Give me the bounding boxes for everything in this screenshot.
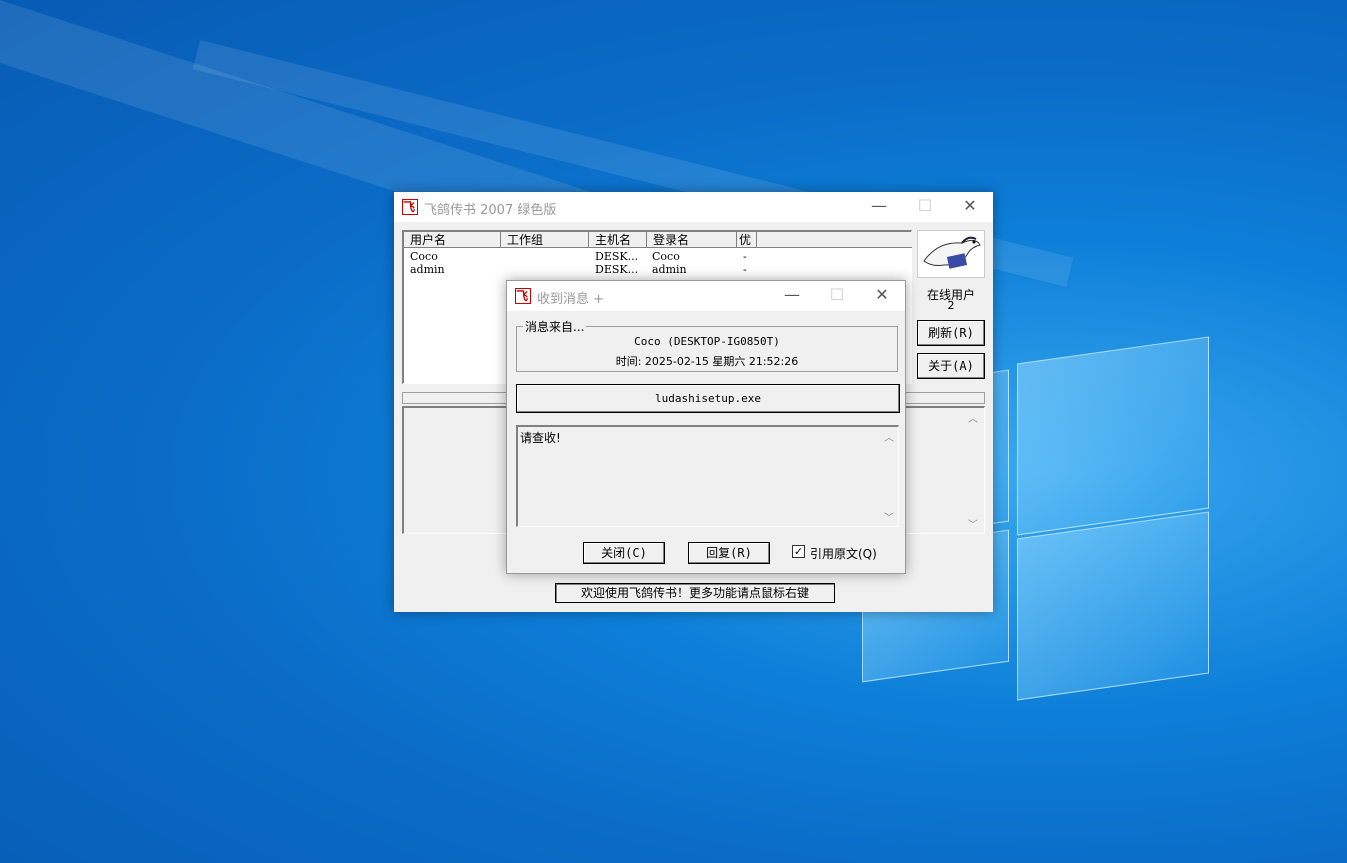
row-login: Coco <box>652 250 680 263</box>
column-header-filler <box>757 232 912 248</box>
row-username: admin <box>410 263 445 276</box>
quote-label[interactable]: 引用原文(Q) <box>810 545 877 562</box>
dialog-titlebar[interactable]: 收到消息 + — ☐ ✕ <box>507 281 905 311</box>
row-priority: - <box>743 250 747 263</box>
about-button[interactable]: 关于(A) <box>917 353 985 379</box>
close-icon[interactable]: ✕ <box>947 192 993 222</box>
attachment-button[interactable]: ludashisetup.exe <box>516 384 900 413</box>
online-users-count: 2 <box>947 299 955 312</box>
minimize-icon[interactable]: — <box>769 281 815 311</box>
close-icon[interactable]: ✕ <box>859 281 905 311</box>
row-login: admin <box>652 263 687 276</box>
close-button[interactable]: 关闭(C) <box>583 542 665 564</box>
row-priority: - <box>743 263 747 276</box>
column-header-login[interactable]: 登录名 <box>647 232 737 248</box>
column-header-priority[interactable]: 优 <box>737 232 757 248</box>
message-text: 请查收! <box>520 431 561 445</box>
status-bar: 欢迎使用飞鸽传书！更多功能请点鼠标右键 <box>555 583 835 603</box>
row-username: Coco <box>410 250 438 263</box>
column-header-username[interactable]: 用户名 <box>404 232 501 248</box>
scroll-down-icon[interactable]: ﹀ <box>884 509 894 524</box>
column-header-workgroup[interactable]: 工作组 <box>501 232 589 248</box>
sender-groupbox: 消息来自... Coco (DESKTOP-IG0850T) 时间: 2025-… <box>516 318 898 372</box>
message-dialog: 收到消息 + — ☐ ✕ 消息来自... Coco (DESKTOP-IG085… <box>506 280 906 574</box>
message-body[interactable]: 请查收! ︿ ﹀ <box>516 425 899 527</box>
row-hostname: DESK... <box>595 263 639 276</box>
minimize-icon[interactable]: — <box>856 192 902 222</box>
main-window-title: 飞鸽传书 2007 绿色版 <box>424 203 557 218</box>
app-logo-icon <box>515 287 531 304</box>
refresh-button[interactable]: 刷新(R) <box>917 320 985 346</box>
row-hostname: DESK... <box>595 250 639 263</box>
dialog-title: 收到消息 + <box>537 292 605 307</box>
scroll-up-icon[interactable]: ︿ <box>884 429 894 444</box>
quote-checkbox[interactable]: ✓ <box>792 545 805 558</box>
reply-button[interactable]: 回复(R) <box>688 542 770 564</box>
scroll-up-icon[interactable]: ︿ <box>968 410 978 425</box>
message-time: 时间: 2025-02-15 星期六 21:52:26 <box>615 355 799 368</box>
scroll-down-icon[interactable]: ﹀ <box>968 516 978 531</box>
maximize-icon[interactable]: ☐ <box>902 192 948 222</box>
app-logo-icon <box>402 198 418 215</box>
main-titlebar[interactable]: 飞鸽传书 2007 绿色版 — ☐ ✕ <box>394 192 993 222</box>
sender-group-label: 消息来自... <box>523 318 587 335</box>
maximize-icon[interactable]: ☐ <box>814 281 860 311</box>
column-header-hostname[interactable]: 主机名 <box>589 232 647 248</box>
sender-name: Coco (DESKTOP-IG0850T) <box>634 335 780 348</box>
pigeon-logo <box>917 230 985 278</box>
